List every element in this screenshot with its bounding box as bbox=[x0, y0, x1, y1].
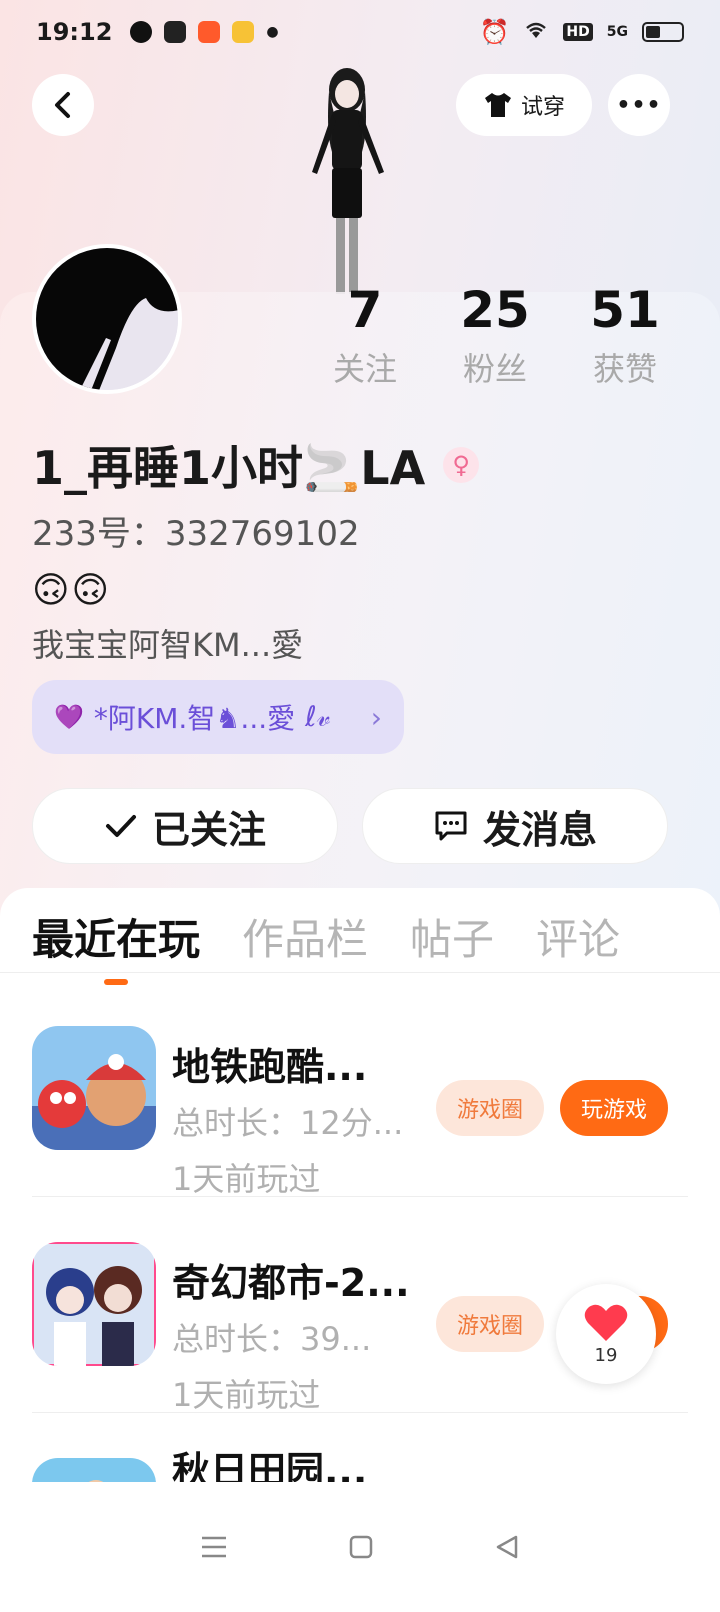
wechat-icon bbox=[164, 21, 187, 43]
avatar-character-image bbox=[312, 68, 384, 294]
system-nav-bar bbox=[0, 1482, 720, 1612]
game-duration: 总时长：39... bbox=[172, 1320, 372, 1358]
game-circle-button[interactable]: 游戏圈 bbox=[436, 1080, 544, 1136]
stat-value: 51 bbox=[590, 281, 660, 339]
send-message-button[interactable]: 发消息 bbox=[362, 788, 668, 864]
tab-works[interactable]: 作品栏 bbox=[242, 906, 368, 967]
tshirt-icon bbox=[484, 93, 511, 117]
game-duration: 总时长：12分... bbox=[172, 1104, 404, 1142]
app-icon bbox=[198, 21, 221, 43]
stat-value: 25 bbox=[460, 281, 530, 339]
username-row: 1_再睡1小时🚬LA ♀ bbox=[32, 432, 480, 498]
game-name: 秋日田园... bbox=[172, 1449, 368, 1482]
play-game-button[interactable]: 玩游戏 bbox=[560, 1080, 668, 1136]
send-message-label: 发消息 bbox=[482, 807, 597, 852]
tab-posts[interactable]: 帖子 bbox=[410, 906, 494, 967]
check-icon bbox=[105, 815, 136, 837]
signal-icon: 5G bbox=[606, 24, 628, 40]
game-icon-autumn-farm bbox=[32, 1458, 156, 1482]
hearts-icon: 💜 bbox=[54, 703, 84, 731]
status-time: 19:12 bbox=[36, 18, 113, 46]
status-system-icons: ⏰ HD 5G bbox=[480, 18, 684, 46]
battery-icon bbox=[642, 22, 684, 42]
profile-tabs: 最近在玩 作品栏 帖子 评论 bbox=[32, 906, 620, 985]
game-name: 奇幻都市-2... bbox=[172, 1261, 410, 1305]
bio-emojis: 🙃🙃 bbox=[32, 570, 112, 611]
stat-label: 粉丝 bbox=[462, 350, 527, 388]
menu-icon[interactable] bbox=[200, 1535, 228, 1559]
stat-followers[interactable]: 25 粉丝 bbox=[430, 280, 560, 390]
status-app-icons: ● bbox=[130, 21, 279, 43]
chat-bubble-icon bbox=[435, 811, 467, 841]
divider bbox=[32, 1196, 688, 1197]
relationship-tag-text: *阿KM.智♞...愛 bbox=[93, 702, 296, 735]
back-nav-icon[interactable] bbox=[494, 1534, 520, 1560]
divider bbox=[0, 972, 720, 973]
status-bar: 19:12 ● ⏰ HD 5G bbox=[0, 0, 720, 64]
more-icon: ••• bbox=[616, 92, 662, 118]
reader-icon bbox=[232, 21, 255, 43]
stat-label: 关注 bbox=[332, 350, 397, 388]
try-on-label: 试穿 bbox=[520, 95, 565, 120]
stat-following[interactable]: 7 关注 bbox=[300, 280, 430, 390]
try-on-button[interactable]: 试穿 bbox=[456, 74, 592, 136]
game-row[interactable]: 地铁跑酷... 总时长：12分... 1天前玩过 游戏圈 玩游戏 bbox=[32, 1006, 688, 1198]
chevron-left-icon bbox=[55, 92, 70, 118]
game-icon-subway-surfers bbox=[32, 1026, 156, 1150]
bio-text[interactable]: 我宝宝阿智KM...愛 bbox=[32, 620, 303, 666]
alarm-icon: ⏰ bbox=[479, 18, 510, 46]
heart-icon bbox=[584, 1304, 628, 1341]
avatar[interactable] bbox=[32, 244, 182, 394]
hd-icon: HD bbox=[563, 23, 593, 41]
divider bbox=[32, 1412, 688, 1413]
stat-label: 获赞 bbox=[592, 350, 657, 388]
tab-comments[interactable]: 评论 bbox=[536, 906, 620, 967]
tab-recently-played[interactable]: 最近在玩 bbox=[32, 906, 200, 985]
username: 1_再睡1小时🚬LA bbox=[32, 441, 426, 495]
followed-button[interactable]: 已关注 bbox=[32, 788, 338, 864]
game-last-played: 1天前玩过 bbox=[172, 1376, 321, 1414]
game-row[interactable]: 秋日田园... bbox=[32, 1438, 688, 1482]
stat-likes[interactable]: 51 获赞 bbox=[560, 280, 690, 390]
game-circle-button[interactable]: 游戏圈 bbox=[436, 1296, 544, 1352]
like-count: 19 bbox=[594, 1344, 618, 1366]
user-id[interactable]: 233号：332769102 bbox=[32, 506, 360, 555]
more-button[interactable]: ••• bbox=[608, 74, 670, 136]
game-icon-fantasy-city bbox=[32, 1242, 156, 1366]
wifi-icon bbox=[523, 18, 549, 46]
game-name: 地铁跑酷... bbox=[172, 1045, 368, 1089]
qq-icon bbox=[130, 21, 153, 43]
signature-icon: ℓ𝓋 bbox=[305, 700, 331, 733]
followed-label: 已关注 bbox=[151, 807, 266, 852]
stat-value: 7 bbox=[347, 281, 383, 339]
chevron-right-icon: › bbox=[370, 700, 382, 734]
home-icon[interactable] bbox=[348, 1534, 374, 1560]
relationship-tag[interactable]: 💜 *阿KM.智♞...愛 ℓ𝓋 › bbox=[32, 680, 404, 754]
more-notifications-icon: ● bbox=[266, 24, 279, 40]
like-button[interactable]: 19 bbox=[556, 1284, 656, 1384]
game-last-played: 1天前玩过 bbox=[172, 1160, 321, 1198]
back-button[interactable] bbox=[32, 74, 94, 136]
gender-female-icon: ♀ bbox=[443, 447, 480, 483]
profile-stats: 7 关注 25 粉丝 51 获赞 bbox=[300, 280, 690, 390]
